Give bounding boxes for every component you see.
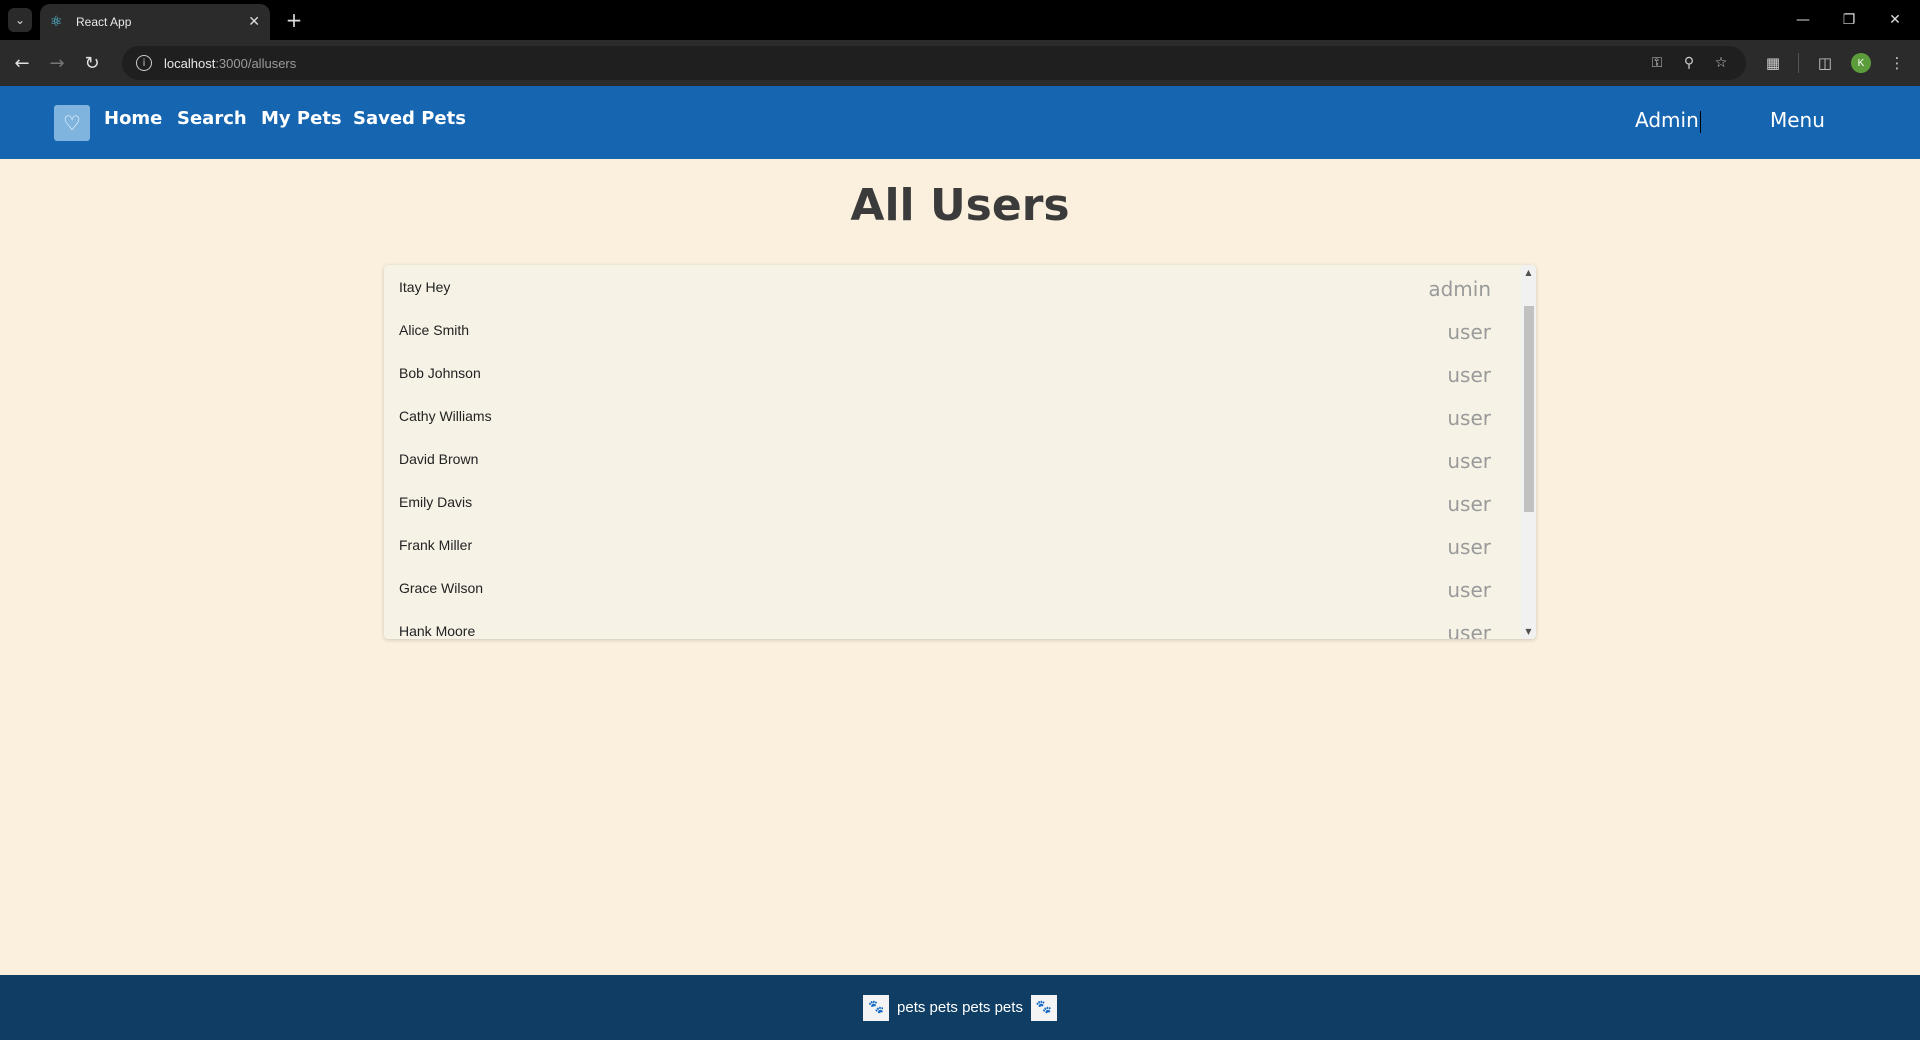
nav-saved-pets-link[interactable]: Saved Pets (353, 108, 466, 129)
nav-search-link[interactable]: Search (177, 108, 247, 129)
user-role: admin (1428, 277, 1491, 301)
tab-search-chevron-icon[interactable]: ⌄ (8, 8, 32, 32)
browser-tab-bar: ⌄ ⚛ React App ✕ + — ❐ ✕ (0, 0, 1920, 40)
pet-logo-icon[interactable]: ♡ (54, 105, 90, 141)
user-role: user (1447, 535, 1491, 559)
user-name: Emily Davis (399, 494, 473, 510)
toolbar-divider (1798, 53, 1799, 73)
user-role: user (1447, 363, 1491, 387)
tab-title: React App (76, 15, 132, 29)
footer: 🐾 pets pets pets pets 🐾 (0, 975, 1920, 1040)
user-role: user (1447, 449, 1491, 473)
minimize-icon[interactable]: — (1780, 0, 1826, 40)
user-role: user (1447, 621, 1491, 639)
reload-icon[interactable]: ↻ (80, 51, 104, 75)
page-title: All Users (850, 180, 1070, 231)
user-row[interactable]: Itay Hey admin (384, 265, 1521, 308)
user-name: Cathy Williams (399, 408, 492, 424)
user-row[interactable]: Grace Wilson user (384, 566, 1521, 609)
forward-arrow-icon[interactable]: → (45, 51, 69, 75)
users-list-viewport: Itay Hey admin Alice Smith user Bob Johnson u… (384, 265, 1521, 639)
restore-icon[interactable]: ❐ (1826, 0, 1872, 40)
user-row[interactable]: Cathy Williams user (384, 394, 1521, 437)
user-name: Hank Moore (399, 623, 476, 639)
user-role: user (1447, 578, 1491, 602)
react-favicon-icon: ⚛ (50, 14, 63, 30)
window-close-icon[interactable]: ✕ (1872, 0, 1918, 40)
user-role: user (1447, 406, 1491, 430)
user-row[interactable]: David Brown user (384, 437, 1521, 480)
nav-my-pets-link[interactable]: My Pets (261, 108, 342, 129)
new-tab-plus-icon[interactable]: + (282, 8, 306, 32)
user-row[interactable]: Hank Moore user (384, 609, 1521, 639)
site-info-icon[interactable]: i (136, 55, 152, 71)
side-panel-icon[interactable]: ◫ (1814, 52, 1836, 74)
user-role: user (1447, 492, 1491, 516)
address-bar[interactable]: i localhost:3000/allusers ⚿ ⚲ ☆ (122, 46, 1746, 80)
pet-image-icon: 🐾 (863, 994, 890, 1021)
pet-image-icon: 🐾 (1030, 994, 1057, 1021)
profile-avatar[interactable]: K (1851, 53, 1871, 73)
browser-toolbar: ← → ↻ i localhost:3000/allusers ⚿ ⚲ ☆ ▦ … (0, 40, 1920, 86)
user-name: Itay Hey (399, 279, 451, 295)
tab-close-icon[interactable]: ✕ (248, 14, 260, 30)
scrollbar-thumb[interactable] (1524, 306, 1534, 512)
text-caret (1699, 110, 1701, 133)
scrollbar[interactable]: ▲ ▼ (1521, 265, 1536, 639)
user-role: user (1447, 320, 1491, 344)
url-text[interactable]: localhost:3000/allusers (164, 56, 296, 71)
scroll-up-arrow-icon[interactable]: ▲ (1521, 265, 1536, 280)
user-name: Grace Wilson (399, 580, 484, 596)
admin-link[interactable]: Admin (1635, 108, 1701, 133)
user-name: Bob Johnson (399, 365, 481, 381)
footer-text: pets pets pets pets (897, 999, 1023, 1016)
user-row[interactable]: Bob Johnson user (384, 351, 1521, 394)
bookmark-star-icon[interactable]: ☆ (1712, 54, 1730, 72)
zoom-icon[interactable]: ⚲ (1680, 54, 1698, 72)
app-navbar: ♡ Home Search My Pets Saved Pets Admin M… (0, 86, 1920, 159)
menu-button[interactable]: Menu (1770, 108, 1825, 132)
browser-tab[interactable]: ⚛ React App ✕ (40, 4, 270, 40)
users-list[interactable]: Itay Hey admin Alice Smith user Bob Johnson u… (384, 265, 1536, 639)
password-key-icon[interactable]: ⚿ (1648, 54, 1666, 72)
more-menu-icon[interactable]: ⋮ (1886, 52, 1908, 74)
user-row[interactable]: Emily Davis user (384, 480, 1521, 523)
extensions-puzzle-icon[interactable]: ▦ (1762, 52, 1784, 74)
user-name: David Brown (399, 451, 479, 467)
nav-home-link[interactable]: Home (104, 108, 162, 129)
scroll-down-arrow-icon[interactable]: ▼ (1521, 624, 1536, 639)
user-row[interactable]: Frank Miller user (384, 523, 1521, 566)
user-name: Alice Smith (399, 322, 470, 338)
user-name: Frank Miller (399, 537, 473, 553)
back-arrow-icon[interactable]: ← (10, 51, 34, 75)
user-row[interactable]: Alice Smith user (384, 308, 1521, 351)
